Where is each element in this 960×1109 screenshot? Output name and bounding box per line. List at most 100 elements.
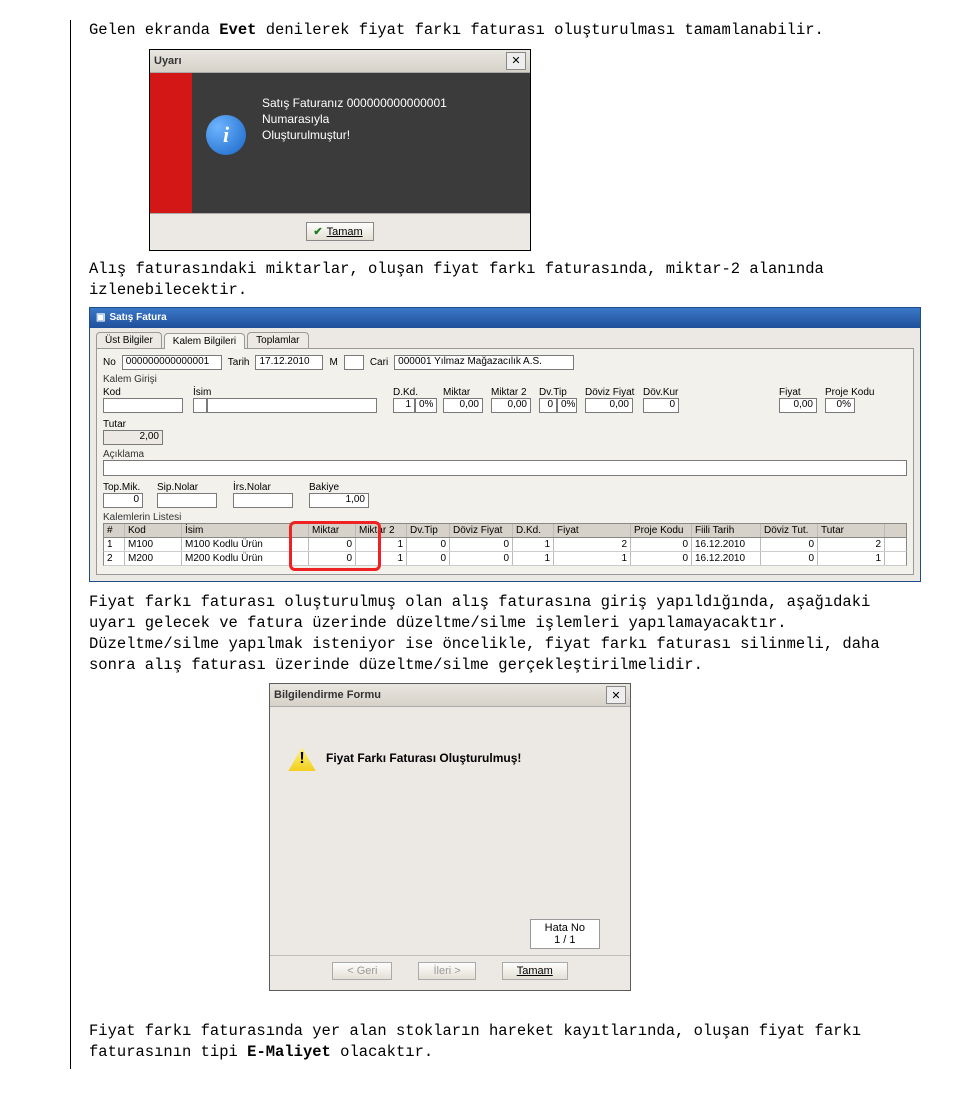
label-tutar: Tutar <box>103 419 907 430</box>
red-left-strip <box>150 73 192 213</box>
left-gutter-line <box>40 20 71 1069</box>
field-dvtip-s[interactable]: 0% <box>557 398 577 413</box>
field-isim[interactable] <box>207 398 377 413</box>
field-dvtip[interactable]: 0 <box>539 398 557 413</box>
field-proje[interactable]: 0% <box>825 398 855 413</box>
tab-toplamlar[interactable]: Toplamlar <box>247 332 308 348</box>
label-dkd: D.Kd. <box>393 387 443 398</box>
hata-value: 1 / 1 <box>545 934 585 946</box>
text: Gelen ekranda <box>89 21 219 39</box>
dialog-title: Bilgilendirme Formu <box>274 689 381 701</box>
paragraph-3: Fiyat farkı faturası oluşturulmuş olan a… <box>89 592 921 676</box>
label-tarih: Tarih <box>228 357 250 368</box>
red-highlight-box <box>289 521 381 571</box>
dialog-body: i Satış Faturanız 000000000000001 Numara… <box>150 73 530 213</box>
label-sipnolar: Sip.Nolar <box>157 482 227 493</box>
field-miktar[interactable]: 0,00 <box>443 398 483 413</box>
field-dovkur[interactable]: 0 <box>643 398 679 413</box>
hata-label: Hata No <box>545 922 585 934</box>
tab-pane: No 000000000000001 Tarih 17.12.2010 M Ca… <box>96 348 914 575</box>
dialog-message: Fiyat Farkı Faturası Oluşturulmuş! <box>326 741 521 765</box>
label-proje: Proje Kodu <box>825 387 885 398</box>
field-kod[interactable] <box>103 398 183 413</box>
label-dovizfiyat: Döviz Fiyat <box>585 387 643 398</box>
text: Fiyat farkı faturasında yer alan stoklar… <box>89 1022 861 1061</box>
tab-ust-bilgiler[interactable]: Üst Bilgiler <box>96 332 162 348</box>
col-tutar: Tutar <box>818 524 885 537</box>
warning-icon: ! <box>288 747 316 771</box>
group-kalemlerin-listesi: Kalemlerin Listesi <box>103 512 907 523</box>
field-dkd-pct[interactable]: 0% <box>415 398 437 413</box>
grid-row[interactable]: 1 M100 M100 Kodlu Ürün 0 1 0 0 1 2 0 16.… <box>103 538 907 552</box>
tamam-button[interactable]: Tamam <box>502 962 568 980</box>
dialog-bilgi-formu: Bilgilendirme Formu ✕ ! Fiyat Farkı Fatu… <box>269 683 631 991</box>
isim-lookup-button[interactable] <box>193 398 207 413</box>
col-num: # <box>104 524 125 537</box>
grid-kalemler: # Kod İsim Miktar Miktar 2 Dv.Tip Döviz … <box>103 523 907 566</box>
text: denilerek fiyat farkı faturası oluşturul… <box>256 21 823 39</box>
dialog-message-line1: Satış Faturanız 000000000000001 Numarası… <box>262 95 516 127</box>
dialog-titlebar: Uyarı ✕ <box>150 50 530 73</box>
label-miktar: Miktar <box>443 387 491 398</box>
col-dvt: Döviz Tut. <box>761 524 818 537</box>
label-topmik: Top.Mik. <box>103 482 151 493</box>
button-label: Tamam <box>327 226 363 238</box>
geri-button[interactable]: < Geri <box>332 962 392 980</box>
field-m[interactable] <box>344 355 364 370</box>
paragraph-1: Gelen ekranda Evet denilerek fiyat farkı… <box>89 20 921 41</box>
group-kalem-girisi: Kalem Girişi <box>103 374 907 385</box>
col-kod: Kod <box>125 524 182 537</box>
check-icon: ✔ <box>313 225 322 238</box>
paragraph-2: Alış faturasındaki miktarlar, oluşan fiy… <box>89 259 921 301</box>
label-dovkur: Döv.Kur <box>643 387 689 398</box>
field-tarih[interactable]: 17.12.2010 <box>255 355 323 370</box>
field-dkd[interactable]: 1 <box>393 398 415 413</box>
col-fiyat: Fiyat <box>554 524 631 537</box>
label-no: No <box>103 357 116 368</box>
label-m: M <box>329 357 337 368</box>
tab-kalem-bilgileri[interactable]: Kalem Bilgileri <box>164 333 245 349</box>
field-sipnolar[interactable] <box>157 493 217 508</box>
label-cari: Cari <box>370 357 388 368</box>
field-fiyat[interactable]: 0,00 <box>779 398 817 413</box>
bold-emaliyet: E-Maliyet <box>247 1043 331 1061</box>
col-proje: Proje Kodu <box>631 524 692 537</box>
label-irsnolar: İrs.Nolar <box>233 482 303 493</box>
tamam-button[interactable]: ✔ Tamam <box>306 222 373 241</box>
field-tutar: 2,00 <box>103 430 163 445</box>
field-aciklama[interactable] <box>103 460 907 476</box>
col-dvtip: Dv.Tip <box>407 524 450 537</box>
field-topmik: 0 <box>103 493 143 508</box>
field-irsnolar[interactable] <box>233 493 293 508</box>
label-kod: Kod <box>103 387 193 398</box>
dialog-dark-area: i Satış Faturanız 000000000000001 Numara… <box>192 73 530 213</box>
label-bakiye: Bakiye <box>309 482 379 493</box>
close-icon[interactable]: ✕ <box>606 686 626 704</box>
dialog-footer: ✔ Tamam <box>150 213 530 250</box>
label-dvtip: Dv.Tip <box>539 387 585 398</box>
grid-row[interactable]: 2 M200 M200 Kodlu Ürün 0 1 0 0 1 1 0 16.… <box>103 552 907 566</box>
dialog-uyari: Uyarı ✕ i Satış Faturanız 00000000000000… <box>149 49 531 251</box>
ileri-button[interactable]: İleri > <box>418 962 475 980</box>
field-cari[interactable]: 000001 Yılmaz Mağazacılık A.S. <box>394 355 574 370</box>
dialog-message-line2: Oluşturulmuştur! <box>262 127 516 143</box>
field-miktar2[interactable]: 0,00 <box>491 398 531 413</box>
label-miktar2: Miktar 2 <box>491 387 539 398</box>
paragraph-4: Fiyat farkı faturasında yer alan stoklar… <box>89 1021 921 1063</box>
bold-evet: Evet <box>219 21 256 39</box>
hata-no-box: Hata No 1 / 1 <box>530 919 600 949</box>
label-isim: İsim <box>193 387 393 398</box>
window-title: Satış Fatura <box>109 312 166 323</box>
dialog-titlebar: Bilgilendirme Formu ✕ <box>270 684 630 707</box>
window-satis-fatura: ▣ Satış Fatura Üst Bilgiler Kalem Bilgil… <box>89 307 921 582</box>
field-dovizfiyat[interactable]: 0,00 <box>585 398 633 413</box>
tab-row: Üst Bilgiler Kalem Bilgileri Toplamlar <box>90 328 920 348</box>
field-bakiye: 1,00 <box>309 493 369 508</box>
dialog-title: Uyarı <box>154 55 182 67</box>
field-no[interactable]: 000000000000001 <box>122 355 222 370</box>
info-icon: i <box>206 115 246 155</box>
col-dkd: D.Kd. <box>513 524 554 537</box>
dialog-body: ! Fiyat Farkı Faturası Oluşturulmuş! <box>270 707 630 879</box>
close-icon[interactable]: ✕ <box>506 52 526 70</box>
text: olacaktır. <box>331 1043 433 1061</box>
